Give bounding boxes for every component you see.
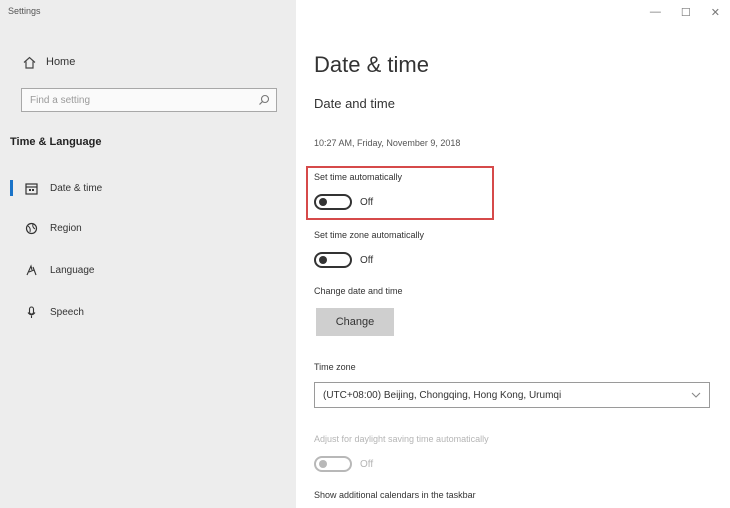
maximize-button[interactable]: ☐	[681, 6, 691, 19]
microphone-icon	[24, 305, 38, 319]
set-time-auto-toggle-row[interactable]: Off	[314, 194, 373, 210]
dst-toggle-row: Off	[314, 456, 373, 472]
time-zone-select[interactable]: (UTC+08:00) Beijing, Chongqing, Hong Kon…	[314, 382, 710, 408]
dst-toggle	[314, 456, 352, 472]
toggle-knob	[319, 256, 327, 264]
close-button[interactable]: ✕	[711, 6, 720, 19]
change-button[interactable]: Change	[316, 308, 394, 336]
calendar-icon	[24, 181, 38, 195]
minimize-button[interactable]: —	[650, 6, 661, 19]
additional-calendars-label: Show additional calendars in the taskbar	[314, 490, 476, 500]
settings-window: Settings Home Time & Language Date & tim…	[0, 0, 730, 508]
sidebar-item-language[interactable]: Language	[0, 258, 296, 282]
section-header: Time & Language	[10, 136, 102, 148]
search-icon[interactable]	[258, 94, 270, 106]
sidebar-item-label: Region	[50, 222, 82, 234]
page-title: Date & time	[314, 52, 429, 77]
toggle-state-text: Off	[360, 458, 374, 470]
time-zone-label: Time zone	[314, 362, 356, 372]
nav-home[interactable]: Home	[22, 54, 75, 70]
sidebar-item-speech[interactable]: Speech	[0, 300, 296, 324]
toggle-state-text: Off	[360, 254, 374, 266]
dst-label: Adjust for daylight saving time automati…	[314, 434, 489, 444]
search-input[interactable]	[28, 93, 258, 107]
sidebar-item-label: Date & time	[50, 182, 103, 194]
change-datetime-label: Change date and time	[314, 286, 403, 296]
toggle-knob	[319, 198, 327, 206]
window-title: Settings	[8, 6, 41, 16]
set-time-auto-toggle[interactable]	[314, 194, 352, 210]
set-tz-auto-label: Set time zone automatically	[314, 230, 425, 240]
chevron-down-icon	[691, 392, 701, 398]
sidebar-item-label: Speech	[50, 306, 84, 318]
search-box[interactable]	[21, 88, 277, 112]
toggle-knob	[319, 460, 327, 468]
sidebar-item-region[interactable]: Region	[0, 216, 296, 240]
set-tz-auto-toggle[interactable]	[314, 252, 352, 268]
main-panel: — ☐ ✕ Date & time Date and time 10:27 AM…	[296, 0, 730, 508]
window-controls: — ☐ ✕	[650, 6, 720, 19]
set-time-auto-label: Set time automatically	[314, 172, 403, 182]
nav-home-label: Home	[46, 56, 76, 68]
time-zone-value: (UTC+08:00) Beijing, Chongqing, Hong Kon…	[323, 389, 562, 401]
language-icon	[24, 263, 38, 277]
globe-icon	[24, 221, 38, 235]
home-icon	[22, 55, 36, 69]
sidebar: Settings Home Time & Language Date & tim…	[0, 0, 296, 508]
set-tz-auto-toggle-row[interactable]: Off	[314, 252, 373, 268]
current-datetime: 10:27 AM, Friday, November 9, 2018	[314, 138, 461, 148]
toggle-state-text: Off	[360, 196, 374, 208]
section-subtitle: Date and time	[314, 96, 395, 111]
sidebar-item-date-time[interactable]: Date & time	[0, 176, 296, 200]
sidebar-item-label: Language	[50, 264, 95, 276]
